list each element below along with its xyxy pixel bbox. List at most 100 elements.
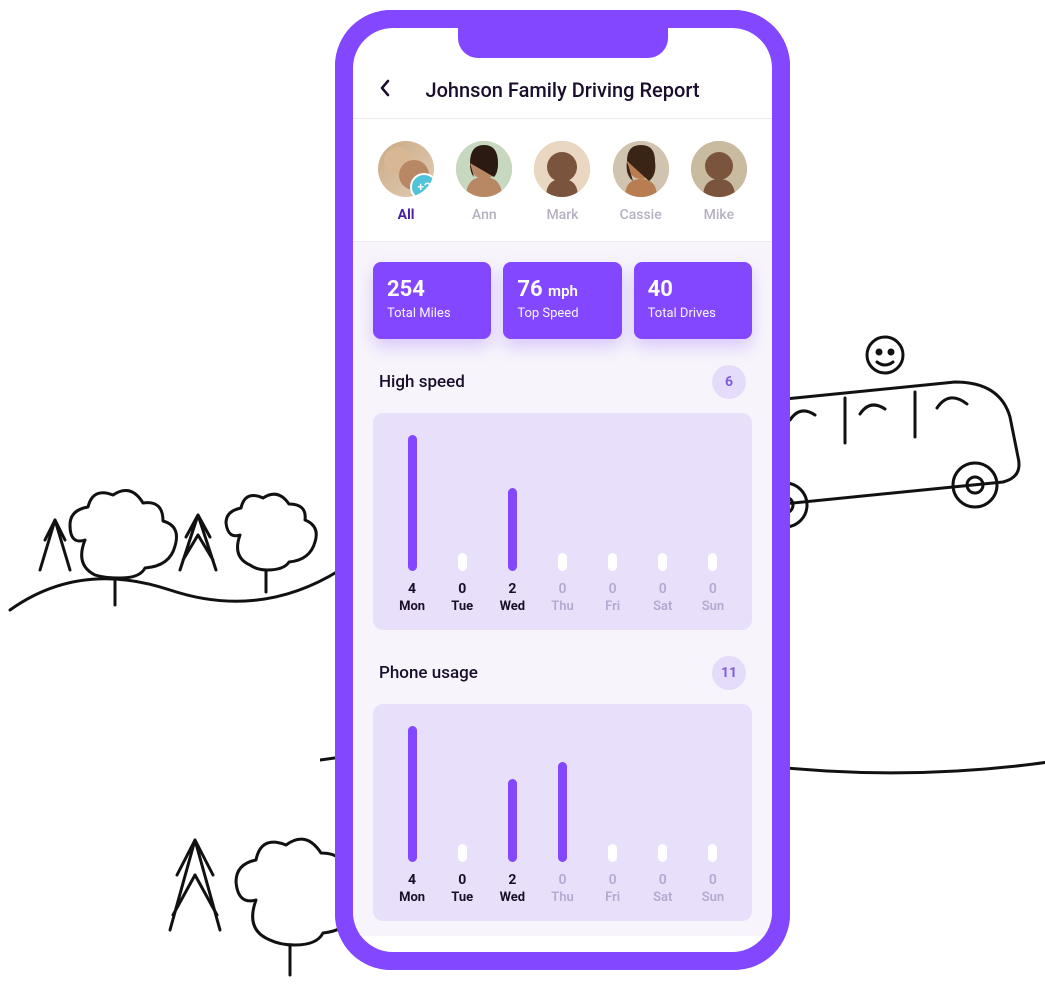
stat-total-miles[interactable]: 254 Total Miles: [373, 262, 491, 339]
bar-value: 0: [688, 581, 738, 597]
bar: [658, 844, 667, 862]
stat-cards: 254 Total Miles 76 mph Top Speed 40 Tota…: [373, 262, 752, 339]
bar-col-fri: 0 Fri: [588, 726, 638, 905]
phone-usage-chart: 4Mon0Tue2Wed0Thu0Fri0Sat0Sun: [373, 704, 752, 921]
bar-col-mon: 4 Mon: [387, 726, 437, 905]
member-mike[interactable]: Mike: [691, 141, 747, 223]
avatar: [613, 141, 669, 197]
bar-value: 0: [588, 872, 638, 888]
content-area: 254 Total Miles 76 mph Top Speed 40 Tota…: [353, 242, 772, 936]
bar-col-wed: 2 Wed: [487, 726, 537, 905]
bar-day: Sat: [638, 890, 688, 905]
member-label: Mike: [691, 207, 747, 223]
bar: [408, 726, 417, 862]
stat-total-drives[interactable]: 40 Total Drives: [634, 262, 752, 339]
section-badge: 11: [712, 656, 746, 690]
stat-value: 40: [648, 277, 673, 302]
bar-day: Sun: [688, 890, 738, 905]
section-title: Phone usage: [379, 663, 478, 683]
bar: [508, 779, 517, 862]
bar: [658, 553, 667, 571]
bar-col-tue: 0 Tue: [437, 726, 487, 905]
member-cassie[interactable]: Cassie: [613, 141, 669, 223]
bar-value: 0: [638, 581, 688, 597]
bar-value: 0: [688, 872, 738, 888]
avatar: [691, 141, 747, 197]
bar-day: Sun: [688, 599, 738, 614]
phone-screen: Johnson Family Driving Report +2 All Ann: [353, 28, 772, 952]
bar-day: Fri: [588, 599, 638, 614]
stat-unit: mph: [548, 282, 578, 300]
high-speed-chart: 4Mon0Tue2Wed0Thu0Fri0Sat0Sun: [373, 413, 752, 630]
bar: [558, 553, 567, 571]
member-selector: +2 All Ann Mark Cassie: [353, 119, 772, 242]
bar-col-sun: 0 Sun: [688, 726, 738, 905]
bar-day: Wed: [487, 890, 537, 905]
bar-value: 0: [537, 872, 587, 888]
bar-value: 4: [387, 872, 437, 888]
stat-top-speed[interactable]: 76 mph Top Speed: [503, 262, 621, 339]
section-title: High speed: [379, 372, 465, 392]
bar-col-sat: 0 Sat: [638, 726, 688, 905]
member-mark[interactable]: Mark: [534, 141, 590, 223]
member-all[interactable]: +2 All: [378, 141, 434, 223]
bar: [708, 553, 717, 571]
bar-col-thu: 0 Thu: [537, 726, 587, 905]
bar-day: Tue: [437, 599, 487, 614]
bar: [708, 844, 717, 862]
bar-value: 0: [437, 581, 487, 597]
bar: [458, 553, 467, 571]
bar-col-sat: 0 Sat: [638, 435, 688, 614]
trees-doodle: [0, 420, 340, 640]
bar-day: Mon: [387, 890, 437, 905]
bar-value: 0: [638, 872, 688, 888]
page-title: Johnson Family Driving Report: [397, 78, 754, 102]
bar: [608, 844, 617, 862]
bar-day: Sat: [638, 599, 688, 614]
member-label: Mark: [534, 207, 590, 223]
member-label: Ann: [456, 207, 512, 223]
bar-col-tue: 0 Tue: [437, 435, 487, 614]
stat-label: Total Drives: [648, 306, 738, 321]
bar-day: Fri: [588, 890, 638, 905]
bar-col-sun: 0 Sun: [688, 435, 738, 614]
phone-notch: [458, 28, 668, 58]
chevron-left-icon: [379, 79, 390, 97]
bar-value: 0: [537, 581, 587, 597]
member-ann[interactable]: Ann: [456, 141, 512, 223]
stat-value: 254: [387, 277, 425, 302]
member-label: Cassie: [613, 207, 669, 223]
bar-day: Thu: [537, 599, 587, 614]
bar-col-mon: 4 Mon: [387, 435, 437, 614]
member-label: All: [378, 207, 434, 223]
bar-value: 4: [387, 581, 437, 597]
avatar: [534, 141, 590, 197]
bar-col-fri: 0 Fri: [588, 435, 638, 614]
bar: [558, 762, 567, 862]
bar-day: Wed: [487, 599, 537, 614]
back-button[interactable]: [371, 79, 397, 101]
section-badge: 6: [712, 365, 746, 399]
bar-value: 2: [487, 872, 537, 888]
bar-value: 2: [487, 581, 537, 597]
bar: [458, 844, 467, 862]
stat-label: Total Miles: [387, 306, 477, 321]
avatar-all: +2: [378, 141, 434, 197]
section-head-phone-usage: Phone usage 11: [373, 656, 752, 704]
bar-col-wed: 2 Wed: [487, 435, 537, 614]
stat-label: Top Speed: [517, 306, 607, 321]
bar-day: Tue: [437, 890, 487, 905]
bar-col-thu: 0 Thu: [537, 435, 587, 614]
bar: [408, 435, 417, 571]
bar-value: 0: [437, 872, 487, 888]
avatar-count-badge: +2: [410, 173, 434, 197]
phone-frame: Johnson Family Driving Report +2 All Ann: [335, 10, 790, 970]
bar: [608, 553, 617, 571]
avatar: [456, 141, 512, 197]
section-head-high-speed: High speed 6: [373, 365, 752, 413]
bar-day: Mon: [387, 599, 437, 614]
bar: [508, 488, 517, 571]
bar-value: 0: [588, 581, 638, 597]
stat-value: 76: [517, 277, 542, 302]
bar-day: Thu: [537, 890, 587, 905]
